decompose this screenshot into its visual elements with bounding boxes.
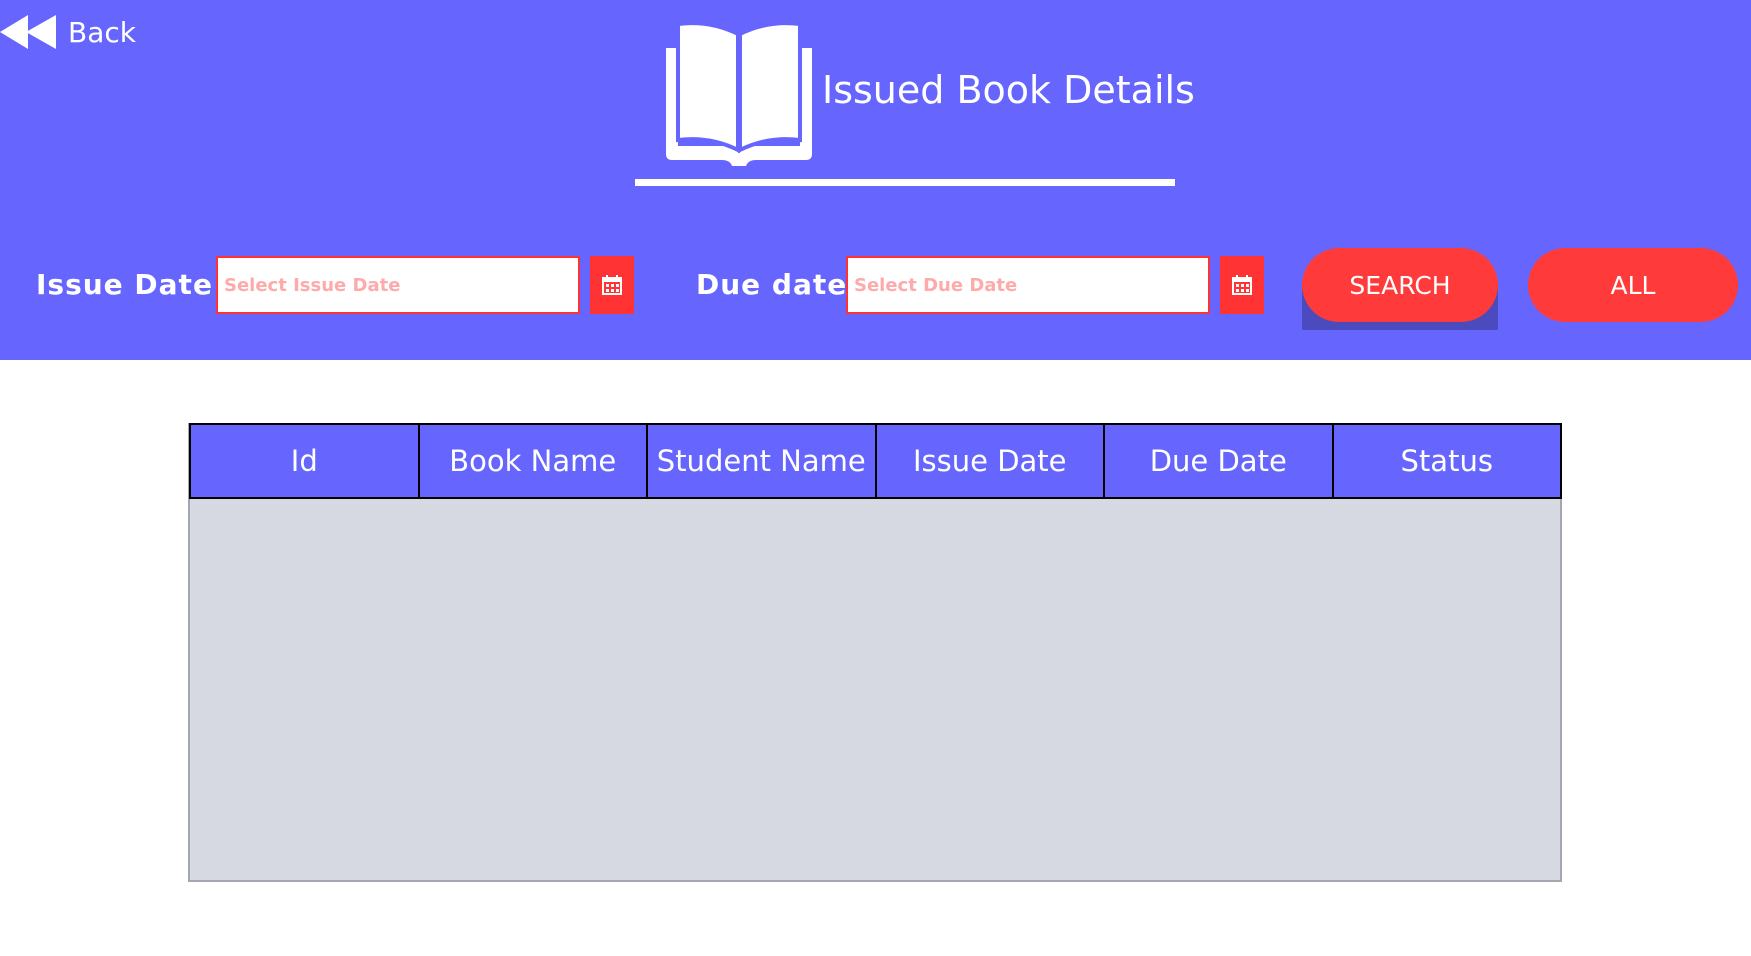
column-header-book-name[interactable]: Book Name: [420, 425, 648, 497]
issue-date-calendar-button[interactable]: [590, 256, 634, 314]
open-book-icon: [666, 21, 812, 166]
rewind-icon: [0, 15, 56, 49]
page-title: Issued Book Details: [822, 68, 1195, 112]
issue-date-label: Issue Date :: [36, 268, 236, 301]
search-button[interactable]: SEARCH: [1302, 248, 1498, 322]
calendar-icon: [602, 275, 622, 295]
calendar-icon: [1232, 275, 1252, 295]
back-button[interactable]: Back: [0, 12, 136, 52]
column-header-student-name[interactable]: Student Name: [648, 425, 877, 497]
column-header-status[interactable]: Status: [1334, 425, 1561, 497]
issue-date-input[interactable]: [216, 256, 580, 314]
all-button[interactable]: ALL: [1528, 248, 1738, 322]
column-header-due-date[interactable]: Due Date: [1105, 425, 1334, 497]
title-underline: [635, 179, 1175, 186]
table-header: Id Book Name Student Name Issue Date Due…: [189, 423, 1562, 499]
due-date-calendar-button[interactable]: [1220, 256, 1264, 314]
due-date-input[interactable]: [846, 256, 1210, 314]
back-label: Back: [68, 15, 136, 49]
column-header-issue-date[interactable]: Issue Date: [877, 425, 1105, 497]
header-bar: Back Issued Book Details Issue Date : Du…: [0, 0, 1751, 360]
due-date-label: Due date :: [696, 268, 871, 301]
column-header-id[interactable]: Id: [191, 425, 420, 497]
